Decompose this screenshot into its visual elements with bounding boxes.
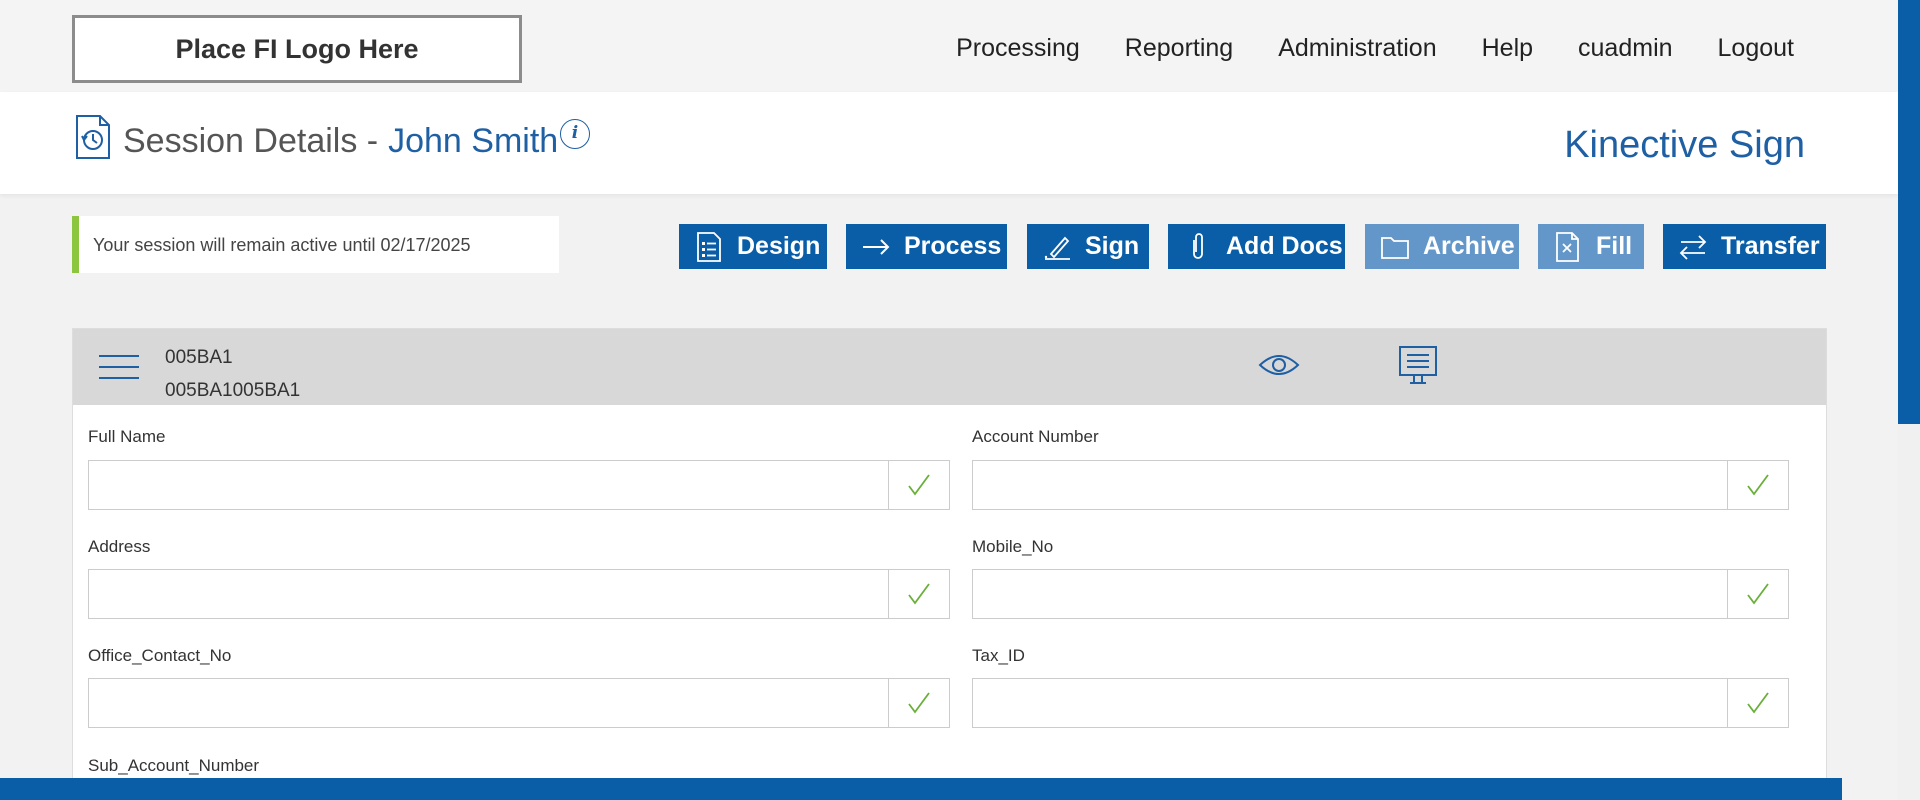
menu-icon[interactable] bbox=[99, 355, 139, 381]
nav-user-cuadmin[interactable]: cuadmin bbox=[1578, 34, 1673, 63]
nav-reporting[interactable]: Reporting bbox=[1125, 34, 1233, 63]
brand-name: Kinective Sign bbox=[1564, 124, 1805, 166]
document-card: 005BA1 005BA1005BA1 Full Name Account Nu… bbox=[72, 328, 1827, 800]
full-name-input[interactable] bbox=[89, 461, 888, 509]
office-contact-no-label: Office_Contact_No bbox=[88, 646, 232, 665]
process-button[interactable]: Process bbox=[846, 224, 1007, 269]
vertical-scrollbar-track[interactable] bbox=[1898, 0, 1920, 800]
document-code: 005BA1 bbox=[165, 347, 233, 368]
sign-button-label: Sign bbox=[1085, 232, 1140, 260]
session-expiry-notice: Your session will remain active until 02… bbox=[72, 216, 559, 273]
transfer-button-label: Transfer bbox=[1721, 232, 1820, 260]
full-name-label: Full Name bbox=[88, 427, 166, 446]
nav-administration[interactable]: Administration bbox=[1278, 34, 1436, 63]
archive-button[interactable]: Archive bbox=[1365, 224, 1519, 269]
design-button[interactable]: Design bbox=[679, 224, 827, 269]
sub-account-number-label: Sub_Account_Number bbox=[88, 756, 260, 775]
vertical-scrollbar-thumb[interactable] bbox=[1898, 0, 1920, 424]
check-icon bbox=[1727, 679, 1788, 727]
add-docs-button[interactable]: Add Docs bbox=[1168, 224, 1345, 269]
address-input[interactable] bbox=[89, 570, 888, 618]
add-docs-button-label: Add Docs bbox=[1226, 232, 1343, 260]
address-field bbox=[88, 569, 950, 619]
check-icon bbox=[888, 679, 949, 727]
process-button-label: Process bbox=[904, 232, 1002, 260]
page-title-bar: Session Details - John Smith i Kinective … bbox=[0, 92, 1898, 194]
document-header: 005BA1 005BA1005BA1 bbox=[73, 329, 1826, 405]
session-history-icon bbox=[76, 115, 110, 159]
archive-button-label: Archive bbox=[1423, 232, 1515, 260]
nav-processing[interactable]: Processing bbox=[956, 34, 1080, 63]
info-icon[interactable]: i bbox=[560, 119, 590, 149]
transfer-button[interactable]: Transfer bbox=[1663, 224, 1826, 269]
check-icon bbox=[1727, 461, 1788, 509]
document-fill-icon bbox=[1556, 231, 1579, 262]
check-icon bbox=[1727, 570, 1788, 618]
mobile-no-input[interactable] bbox=[973, 570, 1727, 618]
tax-id-label: Tax_ID bbox=[972, 646, 1025, 665]
sign-button[interactable]: Sign bbox=[1027, 224, 1149, 269]
nav-help[interactable]: Help bbox=[1482, 34, 1533, 63]
page-title-prefix: Session Details - bbox=[123, 122, 379, 160]
document-id: 005BA1 005BA1005BA1 bbox=[165, 341, 300, 407]
pen-sign-icon bbox=[1044, 236, 1070, 260]
mobile-no-field bbox=[972, 569, 1789, 619]
customer-name: John Smith bbox=[388, 122, 559, 160]
fi-logo-placeholder: Place FI Logo Here bbox=[72, 15, 522, 83]
office-contact-no-input[interactable] bbox=[89, 679, 888, 727]
horizontal-scrollbar[interactable] bbox=[0, 778, 1842, 800]
presentation-screen-icon[interactable] bbox=[1398, 345, 1438, 385]
account-number-label: Account Number bbox=[972, 427, 1099, 446]
eye-icon[interactable] bbox=[1258, 351, 1300, 379]
fill-button[interactable]: Fill bbox=[1538, 224, 1644, 269]
account-number-input[interactable] bbox=[973, 461, 1727, 509]
tax-id-field bbox=[972, 678, 1789, 728]
tax-id-input[interactable] bbox=[973, 679, 1727, 727]
folder-icon bbox=[1381, 236, 1409, 259]
check-icon bbox=[888, 461, 949, 509]
mobile-no-label: Mobile_No bbox=[972, 537, 1054, 556]
page-title: Session Details - John Smith bbox=[123, 122, 558, 161]
check-icon bbox=[888, 570, 949, 618]
document-full-code: 005BA1005BA1 bbox=[165, 380, 301, 401]
design-button-label: Design bbox=[737, 232, 821, 260]
full-name-field bbox=[88, 460, 950, 510]
main-nav: Processing Reporting Administration Help… bbox=[956, 34, 1794, 63]
top-navigation-bar: Place FI Logo Here Processing Reporting … bbox=[0, 0, 1898, 92]
paperclip-icon bbox=[1193, 232, 1203, 259]
address-label: Address bbox=[88, 537, 151, 556]
fill-button-label: Fill bbox=[1596, 232, 1633, 260]
nav-logout[interactable]: Logout bbox=[1718, 34, 1794, 63]
office-contact-no-field bbox=[88, 678, 950, 728]
account-number-field bbox=[972, 460, 1789, 510]
transfer-arrows-icon bbox=[1679, 234, 1707, 260]
design-list-icon bbox=[697, 231, 721, 262]
arrow-right-icon bbox=[863, 238, 890, 255]
